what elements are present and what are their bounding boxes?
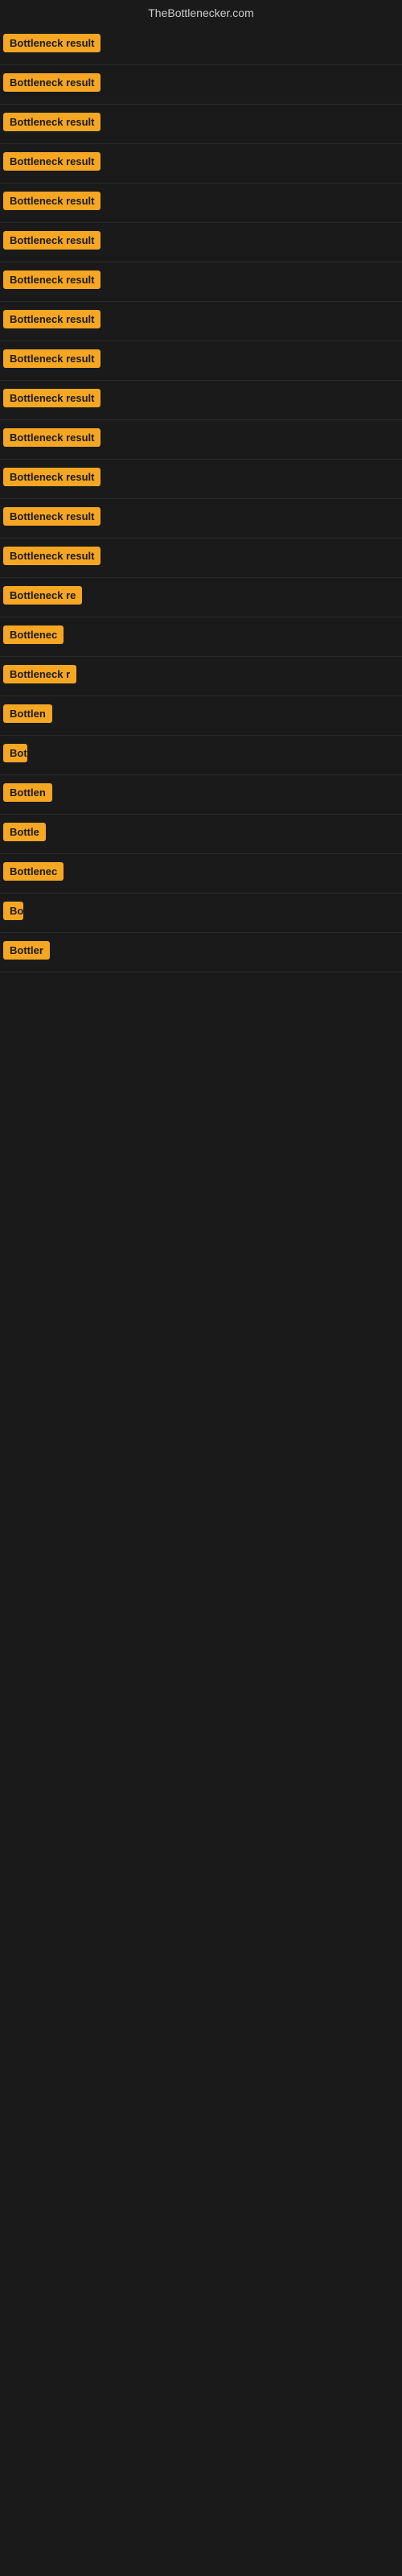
list-item: Bottleneck result <box>0 105 402 144</box>
bottleneck-badge[interactable]: Bottleneck result <box>3 428 100 447</box>
bottleneck-badge[interactable]: Bottleneck re <box>3 586 82 605</box>
bottleneck-badge[interactable]: Bottleneck result <box>3 389 100 407</box>
list-item: Bottleneck r <box>0 657 402 696</box>
list-item: Bottleneck result <box>0 262 402 302</box>
bottleneck-badge[interactable]: Bottleneck result <box>3 547 100 565</box>
bottleneck-badge[interactable]: Bottle <box>3 823 46 841</box>
list-item: Bottleneck result <box>0 499 402 539</box>
list-item: Bottleneck result <box>0 65 402 105</box>
list-item: Bottleneck result <box>0 223 402 262</box>
list-item: Bottle <box>0 815 402 854</box>
list-item: Bottleneck result <box>0 539 402 578</box>
bottleneck-badge[interactable]: Bottlenec <box>3 625 64 644</box>
bottleneck-badge[interactable]: Bottleneck result <box>3 468 100 486</box>
bottleneck-badge[interactable]: Bottleneck result <box>3 73 100 92</box>
bottleneck-badge[interactable]: Bottleneck result <box>3 152 100 171</box>
bottleneck-badge[interactable]: Bottleneck result <box>3 34 100 52</box>
list-item: Bottleneck result <box>0 144 402 184</box>
bottleneck-badge[interactable]: Bottlen <box>3 704 52 723</box>
list-item: Bottleneck result <box>0 381 402 420</box>
bottleneck-badge[interactable]: Bottleneck result <box>3 310 100 328</box>
list-item: Bo <box>0 894 402 933</box>
bottleneck-badge[interactable]: Bottleneck result <box>3 349 100 368</box>
list-item: Bottlenec <box>0 854 402 894</box>
list-item: Bottleneck re <box>0 578 402 617</box>
bottleneck-badge[interactable]: Bottleneck result <box>3 270 100 289</box>
bottleneck-badge[interactable]: Bottleneck result <box>3 231 100 250</box>
bottleneck-badge[interactable]: Bot <box>3 744 27 762</box>
list-item: Bottlen <box>0 775 402 815</box>
list-item: Bottler <box>0 933 402 972</box>
list-item: Bottleneck result <box>0 184 402 223</box>
list-item: Bottlenec <box>0 617 402 657</box>
bottleneck-badge[interactable]: Bottleneck result <box>3 192 100 210</box>
bottleneck-badge[interactable]: Bottler <box>3 941 50 960</box>
bottleneck-badge[interactable]: Bottleneck r <box>3 665 76 683</box>
list-item: Bottlen <box>0 696 402 736</box>
list-item: Bottleneck result <box>0 302 402 341</box>
list-item: Bottleneck result <box>0 26 402 65</box>
bottleneck-badge[interactable]: Bottleneck result <box>3 113 100 131</box>
site-title: TheBottlenecker.com <box>0 0 402 26</box>
list-item: Bottleneck result <box>0 341 402 381</box>
bottleneck-badge[interactable]: Bottleneck result <box>3 507 100 526</box>
list-item: Bot <box>0 736 402 775</box>
bottleneck-badge[interactable]: Bottlen <box>3 783 52 802</box>
bottleneck-badge[interactable]: Bottlenec <box>3 862 64 881</box>
results-list: Bottleneck result Bottleneck result Bottle… <box>0 26 402 972</box>
list-item: Bottleneck result <box>0 420 402 460</box>
spacer <box>0 972 402 1697</box>
list-item: Bottleneck result <box>0 460 402 499</box>
bottleneck-badge[interactable]: Bo <box>3 902 23 920</box>
